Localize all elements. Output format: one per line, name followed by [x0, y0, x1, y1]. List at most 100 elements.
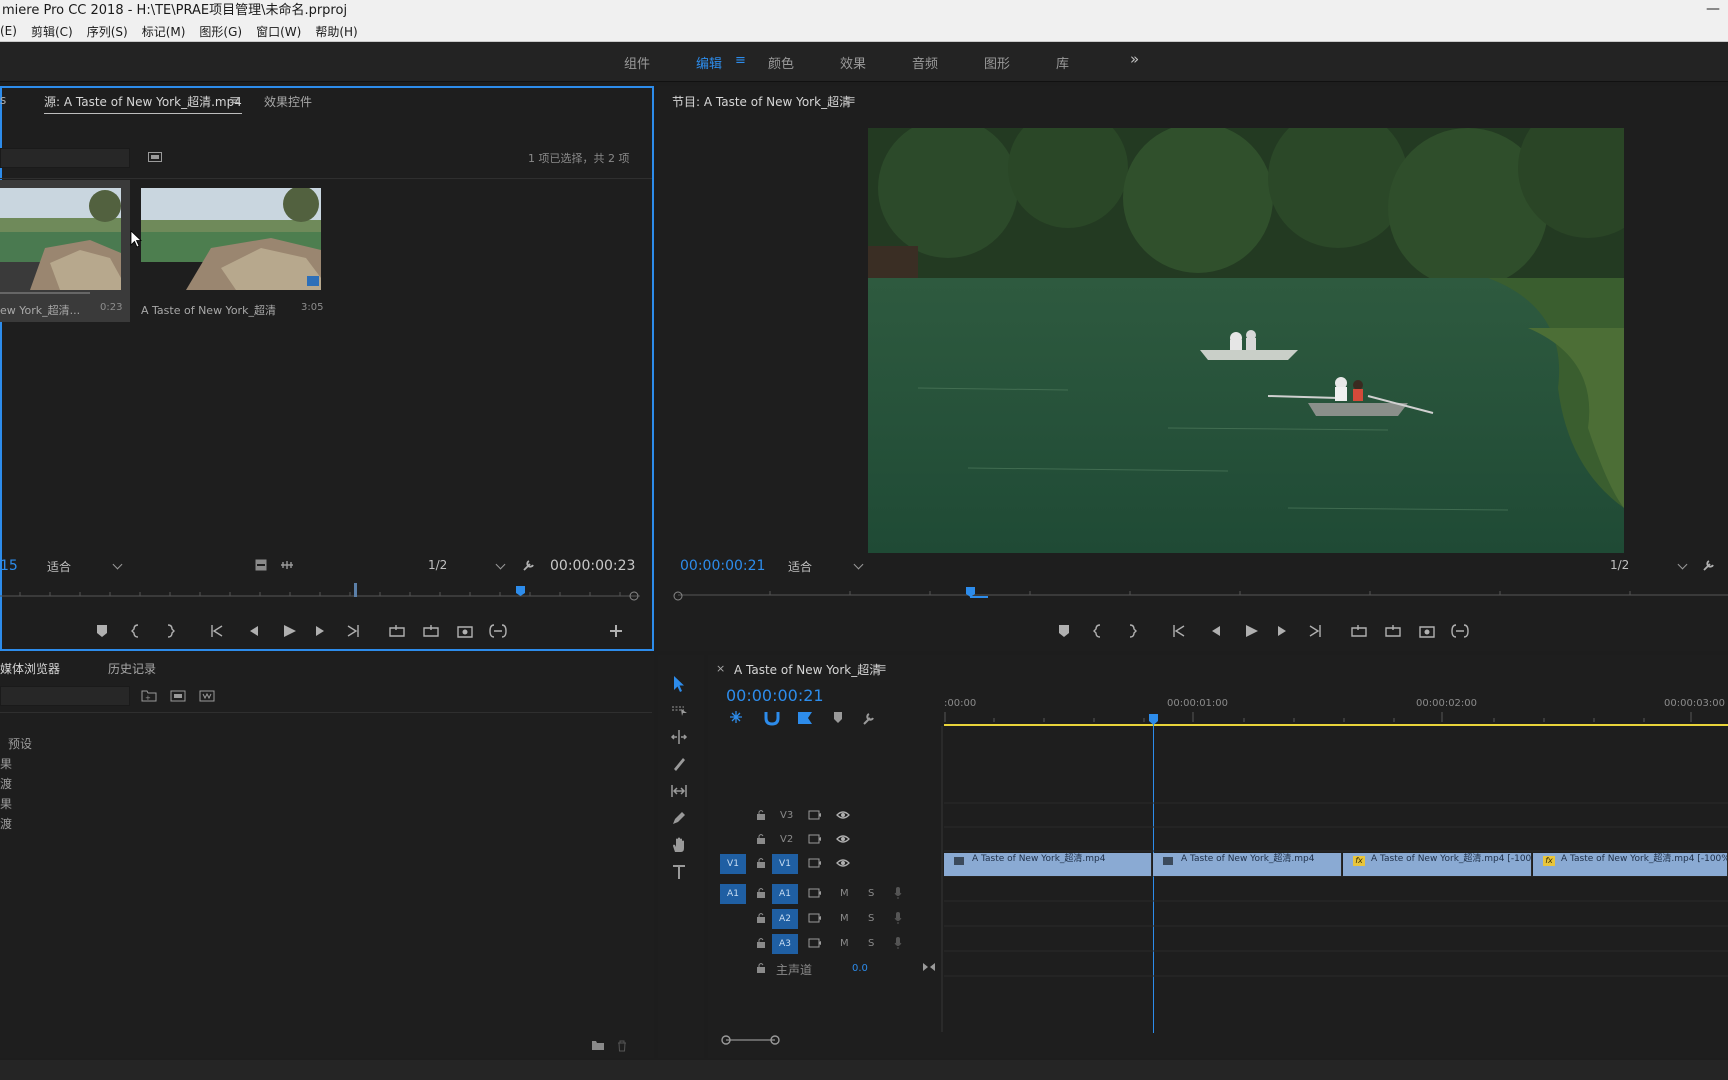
timeline-clip[interactable]: A Taste of New York_超清.mp4 [944, 853, 1152, 876]
selection-tool-icon[interactable] [669, 674, 689, 694]
timeline-clip[interactable]: fx A Taste of New York_超清.mp4 [-100%] [1533, 853, 1728, 876]
export-frame-button[interactable] [458, 622, 474, 638]
workspace-tab-audio[interactable]: 音频 [912, 53, 938, 72]
insert-button[interactable] [390, 622, 406, 638]
program-resolution-dropdown[interactable]: 1/2 [1610, 558, 1688, 572]
master-volume-value[interactable]: 0.0 [852, 963, 868, 974]
program-step-back-button[interactable] [1208, 622, 1224, 638]
eye-icon[interactable] [836, 858, 850, 868]
tree-item[interactable]: 渡 [0, 775, 12, 792]
go-to-in-button[interactable] [210, 622, 226, 638]
wrench-icon[interactable] [522, 558, 536, 572]
step-back-button[interactable] [246, 622, 262, 638]
drag-audio-icon[interactable] [280, 559, 294, 571]
trash-icon[interactable] [616, 1040, 628, 1052]
add-marker-icon[interactable] [830, 708, 850, 728]
mark-in-button[interactable] [132, 622, 148, 638]
drag-video-icon[interactable] [255, 559, 267, 571]
solo-button[interactable]: S [868, 888, 874, 899]
lock-icon[interactable] [756, 912, 766, 924]
source-time-ruler[interactable] [0, 580, 640, 602]
workspace-tab-assembly[interactable]: 组件 [624, 53, 650, 72]
voiceover-mic-icon[interactable] [894, 911, 902, 925]
tab-effect-controls[interactable]: 效果控件 [264, 93, 312, 110]
program-mark-in-button[interactable] [1094, 622, 1110, 638]
button-editor-plus-icon[interactable] [608, 622, 624, 638]
workspace-menu-icon[interactable]: ≡ [735, 53, 746, 68]
track-target-v1[interactable]: V1 [772, 854, 798, 874]
clip-preview-image[interactable] [141, 188, 321, 290]
slip-tool-icon[interactable] [669, 781, 689, 801]
sync-lock-icon[interactable] [808, 833, 822, 845]
program-export-frame-button[interactable] [1420, 622, 1436, 638]
insert-fit-button[interactable] [490, 622, 506, 638]
sync-lock-icon[interactable] [808, 912, 822, 924]
solo-button[interactable]: S [868, 913, 874, 924]
minimize-button[interactable]: — [1706, 0, 1720, 21]
linked-selection-icon[interactable] [794, 708, 814, 728]
timeline-close-icon[interactable]: × [716, 662, 725, 675]
workspace-tab-libraries[interactable]: 库 [1056, 53, 1069, 72]
eye-icon[interactable] [836, 810, 850, 820]
program-step-forward-button[interactable] [1276, 622, 1292, 638]
menu-help[interactable]: 帮助(H) [315, 23, 357, 40]
wrench-icon[interactable] [1702, 558, 1716, 572]
eye-icon[interactable] [836, 834, 850, 844]
track-target-a1[interactable]: A1 [772, 884, 798, 904]
source-patch-a1[interactable]: A1 [720, 884, 746, 904]
mute-button[interactable]: M [840, 888, 849, 899]
program-add-marker-button[interactable] [1058, 622, 1074, 638]
bin-search-input[interactable] [0, 148, 130, 168]
timeline-menu-icon[interactable]: ≡ [876, 661, 887, 676]
source-panel-menu-icon[interactable]: ≡ [229, 93, 240, 108]
timeline-timecode[interactable]: 00:00:00:21 [726, 686, 824, 705]
track-target-a3[interactable]: A3 [772, 934, 798, 954]
mute-button[interactable]: M [840, 938, 849, 949]
tree-item[interactable]: 渡 [0, 815, 12, 832]
solo-button[interactable]: S [868, 938, 874, 949]
preset-32-icon[interactable] [170, 689, 186, 702]
timeline-sequence-tab[interactable]: A Taste of New York_超清 [734, 661, 881, 678]
source-patch-v1[interactable]: V1 [720, 854, 746, 874]
program-insert-fit-button[interactable] [1452, 622, 1468, 638]
mark-out-button[interactable] [166, 622, 182, 638]
play-button[interactable] [282, 622, 298, 638]
hand-tool-icon[interactable] [669, 835, 689, 855]
insert-nest-icon[interactable] [726, 708, 746, 728]
program-time-ruler[interactable] [670, 580, 1728, 604]
lock-icon[interactable] [756, 857, 766, 869]
media-search-input[interactable] [0, 686, 130, 706]
pen-tool-icon[interactable] [669, 808, 689, 828]
source-zoom-dropdown[interactable]: 适合 [47, 558, 123, 575]
track-label[interactable]: V2 [780, 834, 793, 845]
lock-icon[interactable] [756, 887, 766, 899]
source-playhead-timecode[interactable]: 15 [0, 558, 18, 574]
snap-magnet-icon[interactable] [760, 708, 780, 728]
menu-window[interactable]: 窗口(W) [256, 23, 301, 40]
track-label[interactable]: V3 [780, 810, 793, 821]
track-select-tool-icon[interactable] [669, 700, 689, 720]
clip-scrub-bar[interactable] [0, 292, 90, 294]
program-go-to-in-button[interactable] [1172, 622, 1188, 638]
sync-lock-icon[interactable] [808, 887, 822, 899]
add-marker-button[interactable] [96, 622, 112, 638]
go-to-out-button[interactable] [348, 622, 364, 638]
tab-history[interactable]: 历史记录 [108, 660, 156, 677]
tree-item-presets[interactable]: 预设 [8, 735, 32, 752]
tab-media-browser[interactable]: 媒体浏览器 [0, 660, 60, 677]
project-tab-fragment[interactable]: s [0, 93, 6, 107]
sync-lock-icon[interactable] [808, 937, 822, 949]
program-panel-menu-icon[interactable]: ≡ [845, 93, 856, 108]
lock-icon[interactable] [756, 833, 766, 845]
tree-item[interactable]: 果 [0, 755, 12, 772]
workspace-tab-color[interactable]: 颜色 [768, 53, 794, 72]
lock-icon[interactable] [756, 937, 766, 949]
workspace-tab-editing[interactable]: 编辑 [696, 53, 722, 72]
ripple-edit-tool-icon[interactable] [669, 727, 689, 747]
new-folder-icon[interactable]: + [141, 689, 157, 702]
new-bin-icon[interactable] [148, 151, 162, 162]
program-monitor-title[interactable]: 节目: A Taste of New York_超清 [672, 93, 851, 110]
timeline-clip[interactable]: fx A Taste of New York_超清.mp4 [-100%] [1343, 853, 1532, 876]
program-mark-out-button[interactable] [1128, 622, 1144, 638]
timeline-zoom-scrollbar[interactable] [720, 1032, 1728, 1048]
